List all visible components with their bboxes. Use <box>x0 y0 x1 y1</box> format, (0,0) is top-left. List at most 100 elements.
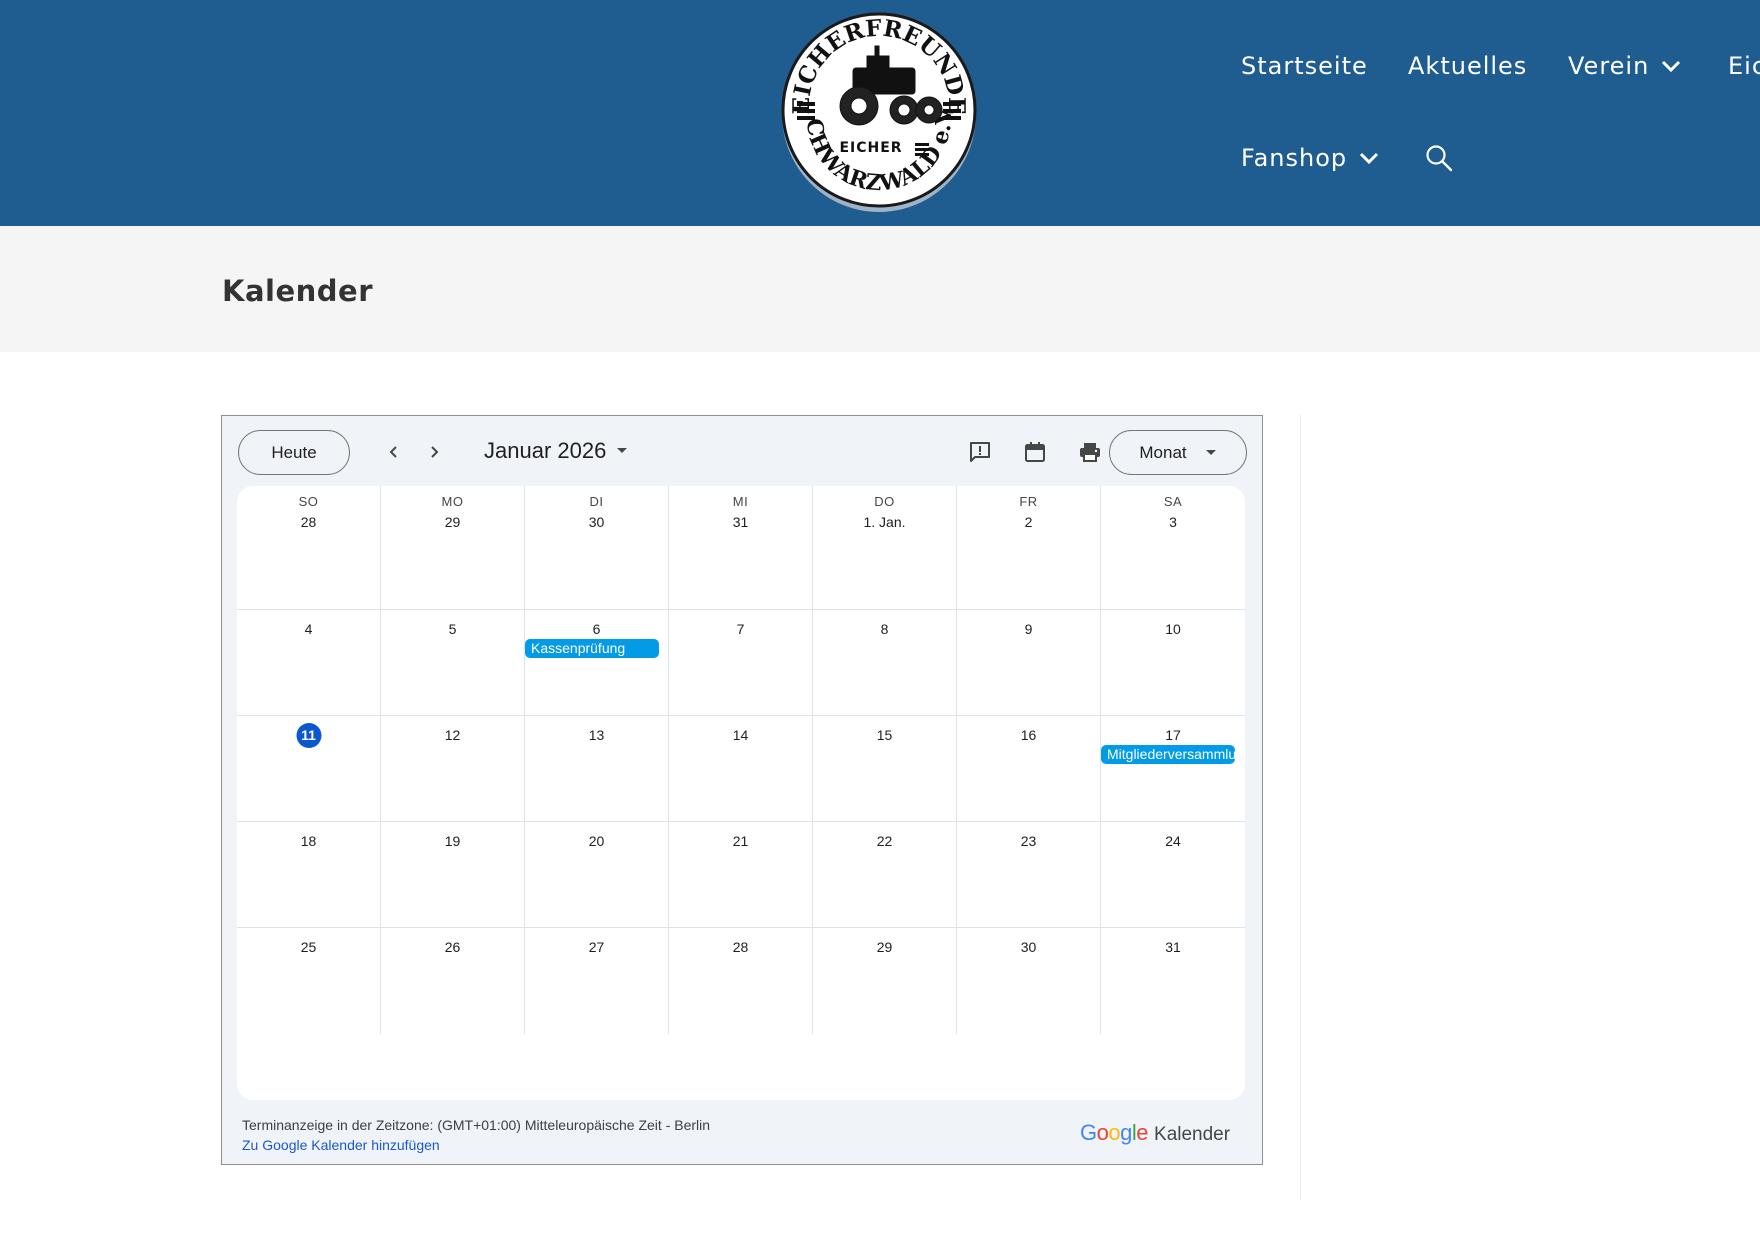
day-cell[interactable]: 14 <box>669 716 813 822</box>
day-cell[interactable]: 23 <box>957 822 1101 928</box>
calendar-toolbar: Heute Januar 2026 Monat <box>222 416 1262 486</box>
day-cell[interactable]: 29 <box>813 928 957 1034</box>
day-number[interactable]: 2 <box>1016 510 1041 535</box>
day-number[interactable]: 24 <box>1161 829 1186 854</box>
day-cell[interactable]: DO 1. Jan. <box>813 486 957 610</box>
day-number[interactable]: 14 <box>728 723 753 748</box>
nav-item-eic[interactable]: Eic <box>1728 52 1760 80</box>
google-logo-letter: e <box>1136 1120 1149 1145</box>
day-cell[interactable]: 4 <box>237 610 381 716</box>
day-number[interactable]: 21 <box>728 829 753 854</box>
month-label: Januar 2026 <box>484 438 607 463</box>
day-number[interactable]: 23 <box>1016 829 1041 854</box>
day-cell[interactable]: 15 <box>813 716 957 822</box>
day-number[interactable]: 27 <box>584 935 609 960</box>
day-cell[interactable]: 28 <box>669 928 813 1034</box>
day-number[interactable]: 3 <box>1161 510 1186 535</box>
day-cell[interactable]: 10 <box>1101 610 1245 716</box>
day-cell[interactable]: 13 <box>525 716 669 822</box>
day-number[interactable]: 7 <box>728 617 753 642</box>
day-cell[interactable]: 8 <box>813 610 957 716</box>
add-to-google-calendar-link[interactable]: Zu Google Kalender hinzufügen <box>242 1137 440 1153</box>
day-cell[interactable]: 12 <box>381 716 525 822</box>
day-number[interactable]: 1. Jan. <box>863 510 905 535</box>
day-number[interactable]: 20 <box>584 829 609 854</box>
nav-item-label: Verein <box>1568 52 1650 80</box>
day-cell[interactable]: MI 31 <box>669 486 813 610</box>
day-cell[interactable]: 18 <box>237 822 381 928</box>
day-number[interactable]: 5 <box>440 617 465 642</box>
feedback-icon <box>970 442 990 462</box>
nav-item-label: Fanshop <box>1241 144 1348 172</box>
day-number[interactable]: 30 <box>584 510 609 535</box>
day-cell[interactable]: 27 <box>525 928 669 1034</box>
feedback-button[interactable] <box>962 434 998 470</box>
day-cell[interactable]: 20 <box>525 822 669 928</box>
day-cell[interactable]: 22 <box>813 822 957 928</box>
month-selector[interactable]: Januar 2026 <box>484 438 628 464</box>
day-number[interactable]: 11 <box>296 723 321 748</box>
day-number[interactable]: 15 <box>872 723 897 748</box>
day-cell[interactable]: 24 <box>1101 822 1245 928</box>
day-number[interactable]: 31 <box>728 510 753 535</box>
day-cell[interactable]: FR 2 <box>957 486 1101 610</box>
day-number[interactable]: 22 <box>872 829 897 854</box>
google-logo-letter: o <box>1096 1120 1109 1145</box>
day-number[interactable]: 29 <box>440 510 465 535</box>
google-calendar-brand[interactable]: Google Kalender <box>1080 1120 1230 1146</box>
day-cell[interactable]: 19 <box>381 822 525 928</box>
day-number[interactable]: 12 <box>440 723 465 748</box>
day-cell[interactable]: 16 <box>957 716 1101 822</box>
nav-item-aktuelles[interactable]: Aktuelles <box>1408 52 1527 80</box>
day-cell[interactable]: SA 3 <box>1101 486 1245 610</box>
day-cell[interactable]: SO 28 <box>237 486 381 610</box>
day-number[interactable]: 10 <box>1161 617 1186 642</box>
day-number[interactable]: 13 <box>584 723 609 748</box>
day-number[interactable]: 8 <box>872 617 897 642</box>
day-number[interactable]: 25 <box>296 935 321 960</box>
event-chip[interactable]: Mitgliederversammlung <box>1101 745 1235 764</box>
day-number[interactable]: 28 <box>296 510 321 535</box>
chevron-right-icon <box>431 446 439 458</box>
view-selector-button[interactable]: Monat <box>1109 430 1247 475</box>
chevron-down-icon <box>1662 60 1681 73</box>
day-number[interactable]: 29 <box>872 935 897 960</box>
day-cell[interactable]: DI 30 <box>525 486 669 610</box>
day-cell[interactable]: 9 <box>957 610 1101 716</box>
today-button[interactable]: Heute <box>238 430 350 475</box>
day-number[interactable]: 31 <box>1161 935 1186 960</box>
day-cell[interactable]: 31 <box>1101 928 1245 1034</box>
weekday-header: SO <box>298 494 319 509</box>
day-number[interactable]: 9 <box>1016 617 1041 642</box>
day-number[interactable]: 16 <box>1016 723 1041 748</box>
day-number[interactable]: 18 <box>296 829 321 854</box>
weekday-header: SA <box>1163 494 1183 509</box>
day-cell[interactable]: 21 <box>669 822 813 928</box>
agenda-button[interactable] <box>1017 434 1053 470</box>
print-button[interactable] <box>1072 434 1108 470</box>
nav-item-verein[interactable]: Verein <box>1568 52 1681 80</box>
day-cell[interactable]: 11 <box>237 716 381 822</box>
day-number[interactable]: 4 <box>296 617 321 642</box>
day-cell[interactable]: 25 <box>237 928 381 1034</box>
next-month-button[interactable] <box>416 434 452 470</box>
day-cell[interactable]: 7 <box>669 610 813 716</box>
day-number[interactable]: 28 <box>728 935 753 960</box>
nav-item-fanshop[interactable]: Fanshop <box>1241 144 1379 172</box>
nav-item-label: Eic <box>1728 52 1760 80</box>
event-chip[interactable]: Kassenprüfung <box>525 639 659 658</box>
nav-item-startseite[interactable]: Startseite <box>1241 52 1368 80</box>
day-cell[interactable]: MO 29 <box>381 486 525 610</box>
prev-month-button[interactable] <box>376 434 412 470</box>
nav-item-label: Aktuelles <box>1408 52 1528 80</box>
day-cell[interactable]: 30 <box>957 928 1101 1034</box>
day-cell[interactable]: 17Mitgliederversammlung <box>1101 716 1245 822</box>
day-number[interactable]: 19 <box>440 829 465 854</box>
day-cell[interactable]: 6 Kassenprüfung <box>525 610 669 716</box>
day-cell[interactable]: 5 <box>381 610 525 716</box>
day-cell[interactable]: 26 <box>381 928 525 1034</box>
search-button[interactable] <box>1425 144 1453 172</box>
weekday-header: MO <box>441 494 464 509</box>
day-number[interactable]: 30 <box>1016 935 1041 960</box>
day-number[interactable]: 26 <box>440 935 465 960</box>
